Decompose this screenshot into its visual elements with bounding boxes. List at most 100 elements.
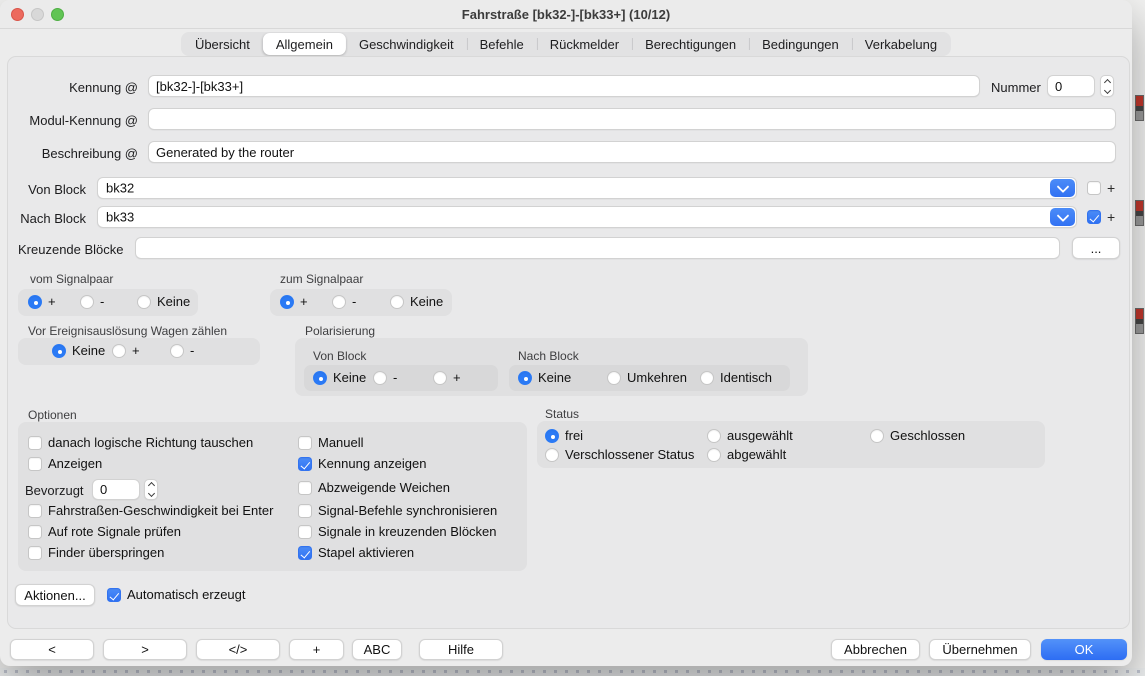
status-option-abgewaehlt[interactable]: abgewählt — [707, 448, 786, 462]
nummer-input[interactable] — [1047, 75, 1095, 97]
kreuzende-bloecke-input[interactable] — [135, 237, 1060, 259]
beschreibung-input[interactable] — [148, 141, 1116, 163]
radio-icon[interactable] — [313, 371, 327, 385]
radio-icon[interactable] — [28, 295, 42, 309]
radio-icon[interactable] — [170, 344, 184, 358]
checkbox-icon[interactable] — [298, 504, 312, 518]
polarisierung-nach-option-umkehren[interactable]: Umkehren — [607, 371, 687, 385]
nach-block-plus-checkbox[interactable] — [1087, 210, 1101, 224]
checkbox-icon[interactable] — [28, 436, 42, 450]
radio-icon[interactable] — [707, 448, 721, 462]
stepper-down-icon[interactable] — [1103, 86, 1110, 93]
status-option-geschlossen[interactable]: Geschlossen — [870, 429, 965, 443]
option-manuell[interactable]: Manuell — [298, 436, 364, 450]
checkbox-icon[interactable] — [298, 457, 312, 471]
stepper-up-icon[interactable] — [147, 482, 154, 489]
abbrechen-button[interactable]: Abbrechen — [831, 639, 920, 660]
zum-signalpaar-option-minus[interactable]: - — [332, 295, 356, 309]
polarisierung-nach-option-keine[interactable]: Keine — [518, 371, 571, 385]
automatisch-erzeugt-option[interactable]: Automatisch erzeugt — [107, 588, 246, 602]
nummer-stepper[interactable] — [1100, 75, 1114, 97]
radio-icon[interactable] — [870, 429, 884, 443]
polarisierung-nach-option-identisch[interactable]: Identisch — [700, 371, 772, 385]
status-option-verschlossener-status[interactable]: Verschlossener Status — [545, 448, 694, 462]
tab-befehle[interactable]: Befehle — [467, 33, 537, 55]
bevorzugt-input[interactable] — [92, 479, 140, 500]
radio-icon[interactable] — [112, 344, 126, 358]
vom-signalpaar-option-plus[interactable]: + — [28, 295, 56, 309]
browse-button[interactable]: ... — [1072, 237, 1120, 259]
tab-bedingungen[interactable]: Bedingungen — [749, 33, 852, 55]
option-signale-kreuzende[interactable]: Signale in kreuzenden Blöcken — [298, 525, 497, 539]
radio-icon[interactable] — [373, 371, 387, 385]
nach-block-dropdown-button[interactable] — [1050, 208, 1075, 226]
checkbox-icon[interactable] — [298, 546, 312, 560]
zum-signalpaar-option-plus[interactable]: + — [280, 295, 308, 309]
radio-icon[interactable] — [700, 371, 714, 385]
radio-icon[interactable] — [433, 371, 447, 385]
polarisierung-von-option-keine[interactable]: Keine — [313, 371, 366, 385]
zum-signalpaar-option-keine[interactable]: Keine — [390, 295, 443, 309]
vom-signalpaar-option-minus[interactable]: - — [80, 295, 104, 309]
radio-icon[interactable] — [518, 371, 532, 385]
radio-icon[interactable] — [80, 295, 94, 309]
abc-button[interactable]: ABC — [352, 639, 402, 660]
checkbox-icon[interactable] — [28, 457, 42, 471]
polarisierung-von-option-minus[interactable]: - — [373, 371, 397, 385]
option-abzweigende-weichen[interactable]: Abzweigende Weichen — [298, 481, 450, 495]
checkbox-icon[interactable] — [28, 504, 42, 518]
uebernehmen-button[interactable]: Übernehmen — [929, 639, 1031, 660]
ok-button[interactable]: OK — [1041, 639, 1127, 660]
wagen-zaehlen-option-keine[interactable]: Keine — [52, 344, 105, 358]
tab-allgemein[interactable]: Allgemein — [263, 33, 346, 55]
stepper-down-icon[interactable] — [147, 490, 154, 497]
von-block-combo[interactable]: bk32 — [97, 177, 1077, 199]
option-kennung-anzeigen[interactable]: Kennung anzeigen — [298, 457, 426, 471]
tab-berechtigungen[interactable]: Berechtigungen — [632, 33, 749, 55]
stepper-up-icon[interactable] — [1103, 78, 1110, 85]
checkbox-icon[interactable] — [107, 588, 121, 602]
tab-rueckmelder[interactable]: Rückmelder — [537, 33, 632, 55]
option-geschwindigkeit-enter[interactable]: Fahrstraßen-Geschwindigkeit bei Enter — [28, 504, 273, 518]
tab-uebersicht[interactable]: Übersicht — [182, 33, 263, 55]
next-button[interactable]: > — [103, 639, 187, 660]
code-button[interactable]: </> — [196, 639, 280, 660]
polarisierung-von-option-plus[interactable]: + — [433, 371, 461, 385]
add-button[interactable]: + — [289, 639, 344, 660]
wagen-zaehlen-option-plus[interactable]: + — [112, 344, 140, 358]
bevorzugt-stepper[interactable] — [144, 479, 158, 500]
status-option-frei[interactable]: frei — [545, 429, 583, 443]
option-anzeigen[interactable]: Anzeigen — [28, 457, 102, 471]
status-option-ausgewaehlt[interactable]: ausgewählt — [707, 429, 793, 443]
option-richtung-tauschen[interactable]: danach logische Richtung tauschen — [28, 436, 253, 450]
vom-signalpaar-option-keine[interactable]: Keine — [137, 295, 190, 309]
nach-block-combo[interactable]: bk33 — [97, 206, 1077, 228]
checkbox-icon[interactable] — [298, 436, 312, 450]
radio-icon[interactable] — [280, 295, 294, 309]
option-signal-befehle-sync[interactable]: Signal-Befehle synchronisieren — [298, 504, 497, 518]
wagen-zaehlen-option-minus[interactable]: - — [170, 344, 194, 358]
tab-geschwindigkeit[interactable]: Geschwindigkeit — [346, 33, 467, 55]
option-stapel-aktivieren[interactable]: Stapel aktivieren — [298, 546, 414, 560]
radio-icon[interactable] — [707, 429, 721, 443]
checkbox-icon[interactable] — [28, 525, 42, 539]
radio-icon[interactable] — [52, 344, 66, 358]
hilfe-button[interactable]: Hilfe — [419, 639, 503, 660]
option-rote-signale[interactable]: Auf rote Signale prüfen — [28, 525, 181, 539]
radio-icon[interactable] — [545, 448, 559, 462]
radio-icon[interactable] — [545, 429, 559, 443]
radio-icon[interactable] — [607, 371, 621, 385]
tab-verkabelung[interactable]: Verkabelung — [852, 33, 950, 55]
von-block-dropdown-button[interactable] — [1050, 179, 1075, 197]
checkbox-icon[interactable] — [298, 481, 312, 495]
kennung-input[interactable] — [148, 75, 980, 97]
checkbox-icon[interactable] — [298, 525, 312, 539]
checkbox-icon[interactable] — [28, 546, 42, 560]
radio-icon[interactable] — [390, 295, 404, 309]
radio-icon[interactable] — [332, 295, 346, 309]
aktionen-button[interactable]: Aktionen... — [15, 584, 95, 606]
prev-button[interactable]: < — [10, 639, 94, 660]
title-bar[interactable]: Fahrstraße [bk32-]-[bk33+] (10/12) — [0, 0, 1132, 29]
von-block-plus-checkbox[interactable] — [1087, 181, 1101, 195]
option-finder-ueberspringen[interactable]: Finder überspringen — [28, 546, 164, 560]
